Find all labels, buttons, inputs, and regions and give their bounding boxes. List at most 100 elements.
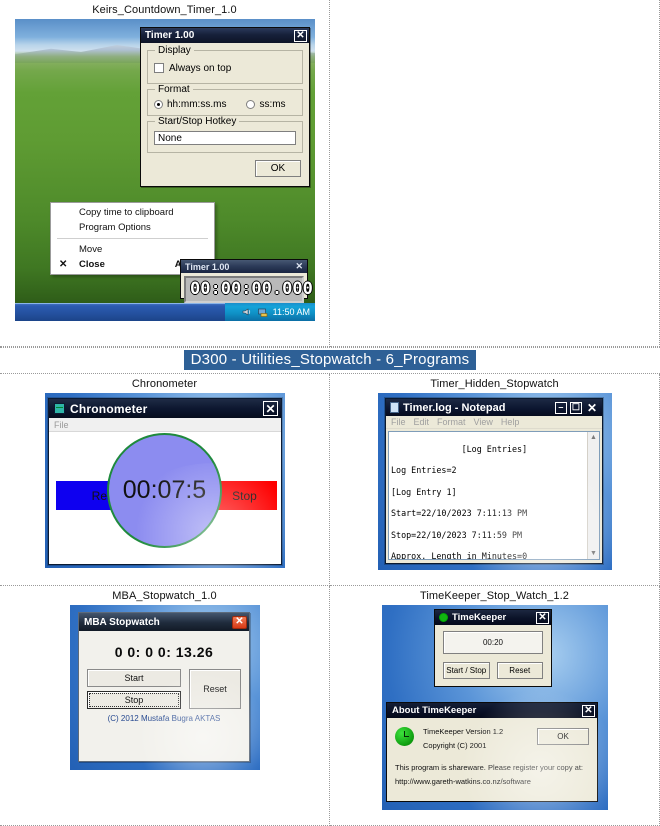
reset-button[interactable]: Reset bbox=[189, 669, 241, 709]
menu-edit[interactable]: Edit bbox=[414, 417, 430, 427]
format-group: Format hh:mm:ss.ms ss:ms bbox=[147, 84, 303, 116]
chronometer-dial: 00:07:5 bbox=[107, 433, 222, 548]
stop-button[interactable]: Stop bbox=[87, 691, 181, 709]
menu-help[interactable]: Help bbox=[501, 417, 520, 427]
hotkey-group: Start/Stop Hotkey None bbox=[147, 116, 303, 153]
reset-button[interactable]: Reset bbox=[496, 662, 543, 679]
notepad-menubar[interactable]: File Edit Format View Help bbox=[386, 416, 602, 429]
menu-view[interactable]: View bbox=[474, 417, 493, 427]
banner-title: D300 - Utilities_Stopwatch - 6_Programs bbox=[183, 350, 477, 370]
chronometer-time: 00:07:5 bbox=[122, 476, 207, 504]
always-on-top-label: Always on top bbox=[169, 62, 232, 74]
window-controls[interactable]: – ☐ ✕ bbox=[554, 401, 599, 414]
log-line-2: [Log Entry 1] bbox=[391, 486, 457, 497]
mba-stopwatch-window[interactable]: MBA Stopwatch ✕ 0 0: 0 0: 13.26 Start St… bbox=[78, 612, 250, 762]
log-line-3: Start=22/10/2023 7:11:13 PM bbox=[391, 508, 528, 519]
chronometer-menubar[interactable]: File bbox=[49, 418, 281, 432]
log-line-4: Stop=22/10/2023 7:11:59 PM bbox=[391, 529, 523, 540]
close-icon[interactable]: ✕ bbox=[293, 261, 305, 272]
stopwatch-icon bbox=[54, 403, 65, 414]
menu-item-copy-time[interactable]: Copy time to clipboard bbox=[51, 205, 214, 220]
mba-body: 0 0: 0 0: 13.26 Start Stop Reset (C) 201… bbox=[79, 631, 249, 727]
log-line-0: [Log Entries] bbox=[461, 443, 528, 454]
stop-button[interactable]: Stop bbox=[212, 481, 277, 510]
close-icon[interactable]: ✕ bbox=[263, 401, 278, 416]
timekeeper-window[interactable]: TimeKeeper ✕ 00:20 Start / Stop Reset bbox=[434, 609, 552, 687]
cell-chronometer: Chronometer Chronometer ✕ File Restart bbox=[0, 374, 330, 586]
log-line-1: Log Entries=2 bbox=[391, 465, 457, 476]
vertical-scrollbar[interactable]: ▲ ▼ bbox=[587, 432, 599, 559]
timekeeper-title: TimeKeeper bbox=[452, 612, 507, 623]
cell-empty-top-right bbox=[330, 0, 660, 347]
hotkey-input[interactable]: None bbox=[154, 131, 296, 145]
about-timekeeper-dialog[interactable]: About TimeKeeper ✕ TimeKeeper Version 1.… bbox=[386, 702, 598, 802]
display-group: Display Always on top bbox=[147, 45, 303, 84]
radio-unselected-icon[interactable] bbox=[246, 100, 256, 109]
about-version: TimeKeeper Version 1.2 bbox=[423, 727, 504, 736]
about-titlebar: About TimeKeeper ✕ bbox=[387, 703, 597, 718]
system-tray[interactable]: 11:50 AM bbox=[225, 303, 315, 321]
close-icon[interactable]: ✕ bbox=[585, 402, 599, 414]
close-icon[interactable]: ✕ bbox=[232, 615, 247, 629]
screenshot-mba: MBA Stopwatch ✕ 0 0: 0 0: 13.26 Start St… bbox=[70, 605, 260, 770]
minimize-icon[interactable]: – bbox=[554, 401, 567, 414]
clock-icon bbox=[395, 727, 414, 746]
format-radio-hhmmssms[interactable]: hh:mm:ss.ms bbox=[154, 99, 226, 110]
screenshot-timer-hidden: Timer.log - Notepad – ☐ ✕ File Edit Form… bbox=[378, 393, 612, 570]
mba-left-buttons: Start Stop bbox=[87, 669, 181, 709]
menu-item-close-label: Close bbox=[79, 259, 105, 270]
radio-selected-icon[interactable] bbox=[154, 100, 163, 109]
maximize-icon[interactable]: ☐ bbox=[569, 401, 582, 414]
timer-options-dialog[interactable]: Timer 1.00 ✕ Display Always on top Forma… bbox=[140, 27, 310, 187]
about-lines: TimeKeeper Version 1.2 Copyright (C) 200… bbox=[423, 725, 528, 754]
cell-label-timekeeper: TimeKeeper_Stop_Watch_1.2 bbox=[419, 590, 570, 602]
taskbar[interactable]: 11:50 AM bbox=[15, 303, 315, 321]
taskbar-clock: 11:50 AM bbox=[272, 307, 310, 317]
clock-icon bbox=[439, 613, 448, 622]
ok-button[interactable]: OK bbox=[537, 728, 589, 745]
menu-file[interactable]: File bbox=[391, 417, 406, 427]
menu-item-program-options[interactable]: Program Options bbox=[51, 220, 214, 235]
contact-sheet: Keirs_Countdown_Timer_1.0 Timer 1.00 ✕ D… bbox=[0, 0, 660, 826]
network-icon[interactable] bbox=[257, 306, 269, 318]
about-note-line2: http://www.gareth-watkins.co.nz/software bbox=[395, 776, 531, 786]
screenshot-keirs-desktop: Timer 1.00 ✕ Display Always on top Forma… bbox=[15, 19, 315, 321]
volume-icon[interactable] bbox=[241, 306, 253, 318]
cell-label-keirs: Keirs_Countdown_Timer_1.0 bbox=[92, 4, 237, 16]
close-icon[interactable]: ✕ bbox=[582, 704, 595, 717]
menu-item-move-label: Move bbox=[79, 244, 103, 255]
row-2: Chronometer Chronometer ✕ File Restart bbox=[0, 374, 660, 586]
menu-file[interactable]: File bbox=[54, 420, 69, 430]
cell-timer-hidden-stopwatch: Timer_Hidden_Stopwatch Timer.log - Notep… bbox=[330, 374, 660, 586]
log-line-5: Approx. Length in Minutes=0 bbox=[391, 551, 528, 560]
format-opt1-label: hh:mm:ss.ms bbox=[167, 99, 227, 110]
timer-lcd-window[interactable]: Timer 1.00 ✕ 00:00:00.000 bbox=[180, 259, 313, 303]
chronometer-window[interactable]: Chronometer ✕ File Restart Stop bbox=[48, 398, 282, 565]
notepad-window[interactable]: Timer.log - Notepad – ☐ ✕ File Edit Form… bbox=[385, 398, 603, 564]
timer-options-title: Timer 1.00 bbox=[145, 30, 195, 41]
always-on-top-checkbox[interactable]: Always on top bbox=[154, 63, 231, 74]
start-stop-button[interactable]: Start / Stop bbox=[443, 662, 490, 679]
notepad-title: Timer.log - Notepad bbox=[403, 401, 506, 414]
format-opt2-label: ss:ms bbox=[259, 99, 286, 110]
close-icon[interactable]: ✕ bbox=[536, 611, 549, 624]
notepad-textarea[interactable]: [Log Entries] Log Entries=2 [Log Entry 1… bbox=[388, 431, 600, 560]
about-copyright: Copyright (C) 2001 bbox=[423, 741, 487, 751]
checkbox-icon[interactable] bbox=[154, 63, 164, 73]
cell-keirs-countdown-timer: Keirs_Countdown_Timer_1.0 Timer 1.00 ✕ D… bbox=[0, 0, 330, 347]
row-3: MBA_Stopwatch_1.0 MBA Stopwatch ✕ 0 0: 0… bbox=[0, 586, 660, 826]
notepad-titlebar: Timer.log - Notepad – ☐ ✕ bbox=[386, 399, 602, 416]
scroll-down-icon[interactable]: ▼ bbox=[588, 548, 599, 559]
timer-lcd-display: 00:00:00.000 bbox=[184, 276, 313, 303]
close-icon[interactable]: ✕ bbox=[294, 29, 307, 42]
format-radio-ssms[interactable]: ss:ms bbox=[246, 99, 286, 110]
menu-format[interactable]: Format bbox=[437, 417, 466, 427]
timekeeper-buttons: Start / Stop Reset bbox=[443, 662, 543, 679]
timekeeper-body: 00:20 Start / Stop Reset bbox=[435, 625, 551, 686]
ok-button[interactable]: OK bbox=[255, 160, 301, 177]
scroll-up-icon[interactable]: ▲ bbox=[588, 432, 599, 443]
about-note: This program is shareware. Please regist… bbox=[395, 754, 589, 790]
notepad-icon bbox=[390, 402, 399, 413]
menu-item-move[interactable]: Move bbox=[51, 242, 214, 257]
start-button[interactable]: Start bbox=[87, 669, 181, 687]
